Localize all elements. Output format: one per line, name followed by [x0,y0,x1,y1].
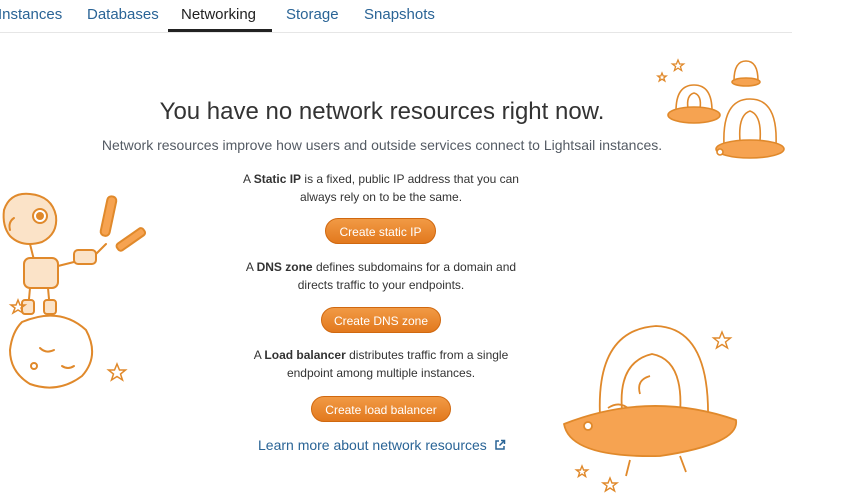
load-balancer-prefix: A [253,348,265,362]
tab-snapshots[interactable]: Snapshots [364,6,435,23]
robot-on-planet-illustration [2,192,147,389]
active-tab-indicator [168,29,272,32]
dns-zone-description: A DNS zone defines subdomains for a doma… [231,258,531,294]
empty-state-subtitle: Network resources improve how users and … [101,137,663,153]
dns-zone-prefix: A [245,260,257,274]
load-balancer-description: A Load balancer distributes traffic from… [231,346,531,382]
dns-zone-term: DNS zone [256,260,313,274]
empty-state-title: You have no network resources right now. [159,98,605,125]
tab-networking[interactable]: Networking [181,6,256,23]
static-ip-line1: is a fixed, public IP address that you c… [301,172,519,186]
static-ip-line2: always rely on to be the same. [299,190,463,204]
tab-databases[interactable]: Databases [87,6,159,23]
create-dns-zone-button[interactable]: Create DNS zone [321,307,441,333]
load-balancer-term: Load balancer [264,348,346,362]
load-balancer-line1: distributes traffic from a single [345,348,509,362]
static-ip-term: Static IP [253,172,302,186]
tab-instances[interactable]: Instances [0,6,62,23]
tab-storage[interactable]: Storage [286,6,339,23]
astronaut-in-ufo-illustration [563,325,737,493]
external-link-icon [494,439,505,450]
dns-zone-line2: directs traffic to your endpoints. [297,278,465,292]
learn-more-link[interactable]: Learn more about network resources [258,437,506,453]
navigation-tabs: Instances Databases Networking Storage S… [0,0,792,33]
static-ip-description: A Static IP is a fixed, public IP addres… [231,170,531,206]
dns-zone-line1: defines subdomains for a domain and [312,260,517,274]
create-load-balancer-button[interactable]: Create load balancer [311,396,451,422]
learn-more-label: Learn more about network resources [258,437,487,453]
create-static-ip-button[interactable]: Create static IP [325,218,436,244]
static-ip-prefix: A [243,172,254,186]
load-balancer-line2: endpoint among multiple instances. [286,366,476,380]
